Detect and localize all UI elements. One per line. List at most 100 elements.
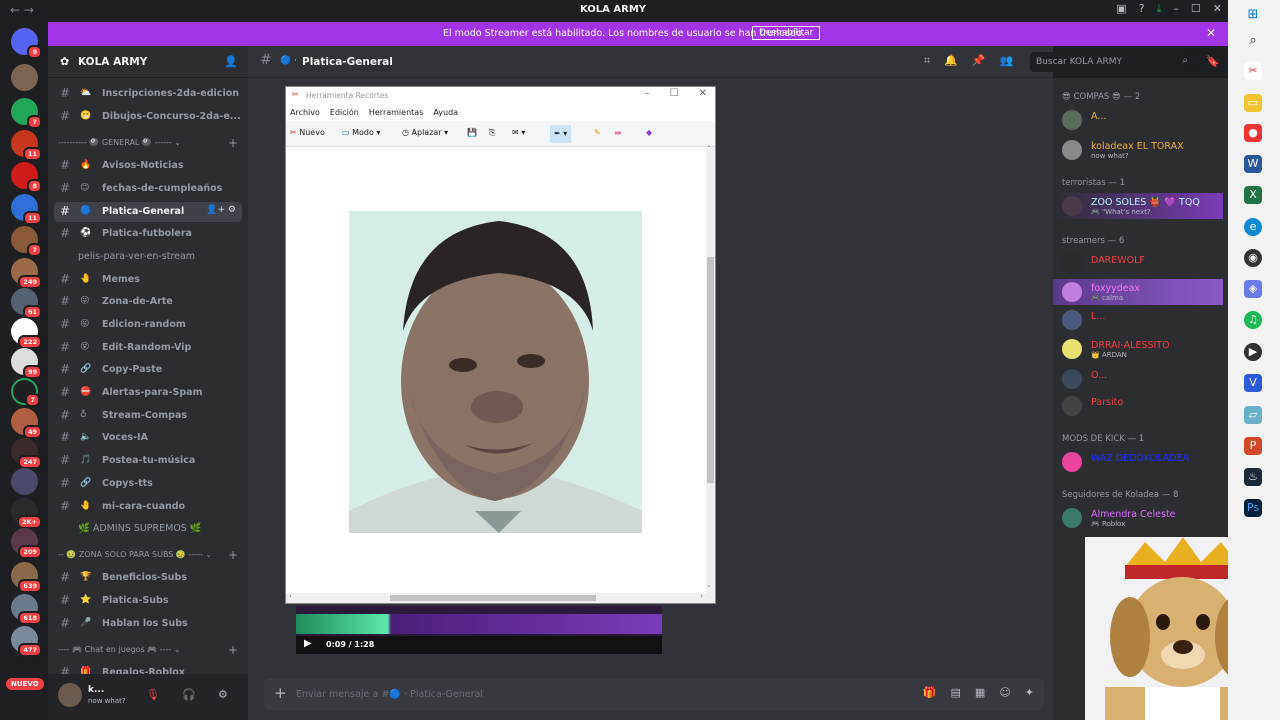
guild-header[interactable]: ✿ KOLA ARMY 👤 — [48, 46, 248, 78]
member-item[interactable]: DAREWOLF — [1053, 251, 1223, 277]
channel-item[interactable]: # ⛔ Alertas-para-Spam — [54, 383, 242, 403]
scroll-thumb[interactable] — [390, 595, 596, 601]
horizontal-scrollbar[interactable]: ‹ › — [286, 592, 706, 603]
channel-item[interactable]: # ⛅ Inscripciones-2da-edicion — [54, 84, 242, 104]
app-icon[interactable]: ▱ — [1244, 406, 1262, 424]
channel-item[interactable]: # 🔗 Copy-Paste — [54, 360, 242, 380]
scroll-right-icon[interactable]: › — [700, 592, 703, 600]
server-icon[interactable]: 7 — [11, 378, 40, 407]
apps-icon[interactable]: ✦ — [1025, 686, 1034, 699]
media-player-icon[interactable]: ▶ — [1244, 343, 1262, 361]
snipping-tool-icon[interactable]: ✂ — [1244, 62, 1262, 80]
server-icon[interactable]: 7 — [11, 226, 42, 257]
channel-item[interactable]: # 🔵 Platica-General 👤+ ⚙ — [54, 202, 242, 222]
channel-item[interactable]: # ⚽ Platica-futbolera — [54, 224, 242, 244]
channel-item[interactable]: # 😊 fechas-de-cumpleaños — [54, 179, 242, 199]
channel-item[interactable]: # ♁ Stream-Compas — [54, 406, 242, 426]
channel-item[interactable]: # 😬 Dibujos-Concurso-2da-e... — [54, 107, 242, 127]
chrome-icon[interactable]: ● — [1244, 124, 1262, 142]
channel-category[interactable]: -- 🤢 ZONA SOLO PARA SUBS 🤢 ----- ⌄ + — [58, 548, 242, 564]
app-icon[interactable]: ◉ — [1244, 249, 1262, 267]
steam-icon[interactable]: ♨ — [1244, 468, 1262, 486]
server-icon[interactable]: 61 — [11, 288, 42, 319]
server-icon[interactable]: 99 — [11, 348, 42, 379]
channel-settings-icon[interactable]: 👤+ ⚙ — [206, 205, 236, 215]
channel-category[interactable]: ---------- 🎱 GENERAL 🎱 ------ ⌄ + — [58, 136, 242, 152]
member-item[interactable]: ZOO SOLES 👹 💜 TQQ 🎮 "What's next? — [1053, 193, 1223, 219]
emoji-icon[interactable]: ☺ — [999, 686, 1010, 699]
save-icon[interactable]: 💾 — [467, 128, 477, 137]
word-icon[interactable]: W — [1244, 155, 1262, 173]
photoshop-icon[interactable]: Ps — [1244, 499, 1262, 517]
channel-item[interactable]: # 🎵 Postea-tu-música — [54, 451, 242, 471]
member-item[interactable]: O... — [1053, 366, 1223, 392]
eraser-icon[interactable]: ▬ — [614, 128, 622, 137]
pin-icon[interactable]: 📌 — [972, 54, 986, 68]
member-item[interactable]: DRRAI-ALESSITO 👑 ARDAN — [1053, 336, 1223, 362]
add-channel-icon[interactable]: + — [228, 643, 238, 657]
server-icon[interactable]: 477 — [11, 626, 42, 657]
channel-item[interactable]: # 🤚 Memes — [54, 270, 242, 290]
scroll-up-icon[interactable]: ˄ — [707, 145, 711, 153]
channel-item[interactable]: pelis-para-ver-en-stream — [54, 247, 242, 267]
minimize-icon[interactable]: – — [645, 88, 650, 99]
member-item[interactable]: koladeax EL TORAX now what? — [1053, 137, 1223, 163]
server-icon[interactable]: 247 — [11, 438, 42, 469]
copy-icon[interactable]: ⎘ — [489, 128, 495, 138]
sticker-icon[interactable]: ▦ — [975, 686, 985, 699]
close-icon[interactable]: ✕ — [699, 88, 707, 99]
video-player[interactable]: ▶ 0:09 / 1:28 — [296, 606, 662, 654]
paint3d-icon[interactable]: ◆ — [646, 128, 652, 137]
spotify-icon[interactable]: ♫ — [1244, 311, 1262, 329]
close-banner-icon[interactable]: ✕ — [1206, 26, 1216, 40]
mode-button[interactable]: ▭ Modo ▾ — [342, 128, 380, 137]
member-item[interactable]: L... — [1053, 307, 1223, 333]
server-icon[interactable]: 2K+ — [11, 498, 42, 529]
server-icon[interactable]: 11 — [11, 194, 42, 225]
headphones-icon[interactable]: 🎧 — [182, 688, 196, 701]
bookmark-icon[interactable]: 🔖 — [1206, 55, 1220, 68]
scroll-down-icon[interactable]: ˅ — [707, 585, 711, 593]
channel-item[interactable]: # 🔥 Avisos-Noticias — [54, 156, 242, 176]
member-item[interactable]: foxyydeax 🎮 calma — [1053, 279, 1223, 305]
server-icon[interactable] — [11, 468, 38, 495]
file-explorer-icon[interactable]: ▭ — [1244, 94, 1262, 112]
back-forward-icon[interactable]: ← → — [10, 3, 34, 17]
app-icon[interactable]: ◈ — [1244, 280, 1262, 298]
member-item[interactable]: Parsito — [1053, 393, 1223, 419]
inbox-icon[interactable]: ▣ — [1116, 2, 1126, 16]
channel-item[interactable]: # 🔗 Copys-tts — [54, 474, 242, 494]
mute-icon[interactable]: 🎙 — [146, 688, 160, 701]
channel-item[interactable]: 🌿 ADMINS SUPREMOS 🌿 — [54, 519, 242, 539]
scroll-thumb[interactable] — [707, 257, 714, 483]
edge-icon[interactable]: e — [1244, 218, 1262, 236]
add-channel-icon[interactable]: + — [228, 548, 238, 562]
maximize-icon[interactable]: ☐ — [1191, 2, 1201, 16]
server-icon[interactable]: 222 — [11, 318, 42, 349]
play-icon[interactable]: ▶ — [304, 638, 312, 649]
minimize-icon[interactable]: – — [1173, 2, 1179, 16]
powerpoint-icon[interactable]: P — [1244, 437, 1262, 455]
server-icon[interactable]: 618 — [11, 594, 42, 625]
disable-streamer-button[interactable]: Deshabilitar — [752, 26, 821, 40]
help-icon[interactable]: ? — [1139, 2, 1145, 16]
add-attachment-icon[interactable]: + — [274, 684, 287, 702]
server-icon[interactable]: 8 — [11, 162, 42, 193]
notifications-bell-icon[interactable]: 🔔 — [944, 54, 958, 68]
search-input[interactable]: Buscar KOLA ARMY ⌕ — [1030, 52, 1194, 72]
server-icon[interactable]: 209 — [11, 528, 42, 559]
channel-item[interactable]: # 🏆 Beneficios-Subs — [54, 568, 242, 588]
channel-item[interactable]: # 🎤 Hablan los Subs — [54, 614, 242, 634]
excel-icon[interactable]: X — [1244, 186, 1262, 204]
new-snip-button[interactable]: ✂ Nuevo — [290, 128, 325, 137]
server-icon[interactable]: 49 — [11, 408, 42, 439]
search-icon[interactable]: ⌕ — [1244, 32, 1262, 50]
app-icon[interactable]: V — [1244, 374, 1262, 392]
message-composer[interactable]: + Enviar mensaje a #🔵 · Platica-General … — [264, 678, 1044, 710]
members-icon[interactable]: 👥 — [1000, 54, 1014, 68]
server-icon[interactable]: 639 — [11, 562, 42, 593]
channel-item[interactable]: # 🔈 Voces-IA — [54, 428, 242, 448]
windows-start-icon[interactable]: ⊞ — [1244, 6, 1262, 24]
new-badge[interactable]: NUEVO — [6, 678, 44, 690]
invite-icon[interactable]: 👤 — [224, 55, 238, 68]
